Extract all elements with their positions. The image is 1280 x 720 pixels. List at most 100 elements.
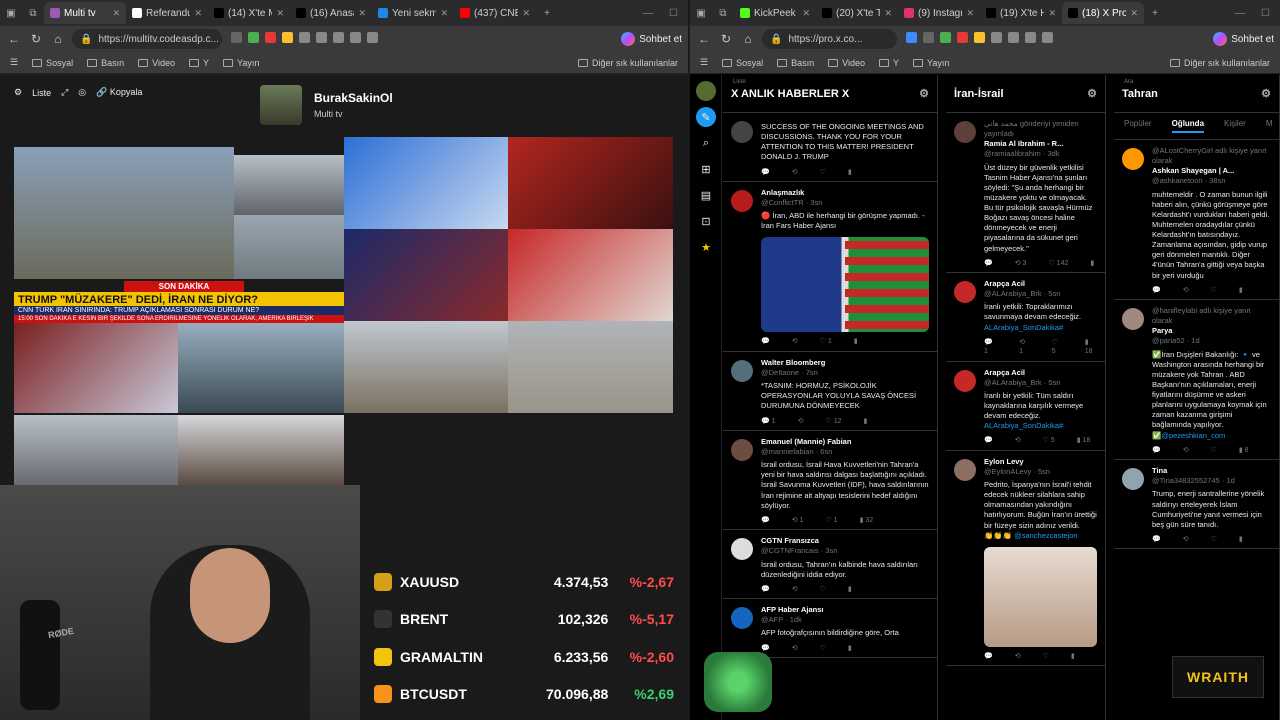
tab[interactable]: (9) Instagram✕ xyxy=(898,2,980,24)
avatar[interactable] xyxy=(731,607,753,630)
search-tab[interactable]: Popüler xyxy=(1124,119,1152,133)
reload-icon[interactable]: ↻ xyxy=(28,32,44,46)
tweet[interactable]: @hanifleylabi adlı kişiye yanıt olarak Pa… xyxy=(1114,300,1279,461)
tab[interactable]: Yeni sekme✕ xyxy=(372,2,454,24)
other-bookmarks[interactable]: Diğer sık kullanılanlar xyxy=(577,58,678,68)
close-tab-icon[interactable]: ✕ xyxy=(522,8,530,19)
avatar[interactable] xyxy=(731,438,753,461)
tab[interactable]: Multi tv ✕ xyxy=(44,2,126,24)
reply-icon[interactable]: 💬 xyxy=(984,259,993,268)
video-tile[interactable] xyxy=(508,137,673,229)
video-tile[interactable] xyxy=(344,321,508,413)
column-settings-icon[interactable]: ⚙ xyxy=(1261,87,1271,100)
bookmark-folder[interactable]: Sosyal xyxy=(32,58,73,68)
minimize-icon[interactable]: — xyxy=(643,8,653,19)
minimize-icon[interactable]: — xyxy=(1235,8,1245,19)
video-tile[interactable] xyxy=(178,415,344,485)
views-icon[interactable]: ▮ xyxy=(863,417,867,426)
video-thumbnail[interactable] xyxy=(984,546,1097,647)
tab[interactable]: (14) X'te Ma✕ xyxy=(208,2,290,24)
views-icon[interactable]: ▮ 8 xyxy=(1239,446,1249,455)
reply-icon[interactable]: 💬 1 xyxy=(984,338,997,357)
reply-icon[interactable]: 💬 xyxy=(761,585,770,594)
tweet-link[interactable]: 👏👏👏 @sanchezcastejon xyxy=(984,531,1097,541)
avatar[interactable] xyxy=(1122,308,1144,331)
copilot-button[interactable]: Sohbet et xyxy=(1213,32,1274,46)
tab[interactable]: (19) X'te Ha✕ xyxy=(980,2,1062,24)
refresh-icon[interactable]: ◎ xyxy=(78,87,86,98)
author-name[interactable]: Arapça Acil xyxy=(984,368,1025,377)
tweet[interactable]: Anlaşmazlık @ConflictTR · 3sn 🔴 İran, ABD … xyxy=(723,182,937,352)
avatar[interactable] xyxy=(731,538,753,561)
avatar[interactable] xyxy=(731,189,753,212)
like-icon[interactable]: ♡ xyxy=(820,644,826,653)
views-icon[interactable]: ▮ 18 xyxy=(1085,338,1097,357)
sidebar-toggle-icon[interactable]: ☰ xyxy=(700,57,708,68)
views-icon[interactable]: ▮ xyxy=(848,168,852,177)
back-icon[interactable]: ← xyxy=(696,32,712,46)
tweet[interactable]: محمد هاني gönderiyi yeniden yayınladı Ram… xyxy=(946,113,1105,274)
views-icon[interactable]: ▮ xyxy=(848,585,852,594)
views-icon[interactable]: ▮ xyxy=(1239,535,1243,544)
close-tab-icon[interactable]: ✕ xyxy=(966,8,974,19)
search-icon[interactable]: ⌕ xyxy=(696,133,716,153)
views-icon[interactable]: ▮ xyxy=(848,644,852,653)
tweet[interactable]: Walter Bloomberg @DeItaone · 7sn *TASNIM: … xyxy=(723,352,937,431)
tweet[interactable]: Emanuel (Mannie) Fabian @manniefabian · 6… xyxy=(723,431,937,531)
workspaces-icon[interactable]: ▣ xyxy=(690,8,712,19)
author-name[interactable]: Arapça Acil xyxy=(984,279,1025,288)
avatar[interactable] xyxy=(954,121,976,143)
tab[interactable]: Referandum✕ xyxy=(126,2,208,24)
tweet[interactable]: SUCCESS OF THE ONGOING MEETINGS AND DISC… xyxy=(723,113,937,182)
close-tab-icon[interactable]: ✕ xyxy=(358,8,366,19)
bookmark-folder[interactable]: Basın xyxy=(87,58,124,68)
video-tile[interactable] xyxy=(14,321,178,413)
other-bookmarks[interactable]: Diğer sık kullanılanlar xyxy=(1169,58,1270,68)
search-tab[interactable]: M xyxy=(1266,119,1273,133)
reply-icon[interactable]: 💬 xyxy=(761,516,770,525)
reply-icon[interactable]: 💬 1 xyxy=(761,417,776,426)
reply-icon[interactable]: 💬 xyxy=(1152,535,1161,544)
tweet[interactable]: Tina @Tina34832552745 · 1d Trump, enerji s… xyxy=(1114,460,1279,550)
retweet-icon[interactable]: ⟲ xyxy=(798,417,804,426)
bookmark-folder[interactable]: Yayın xyxy=(912,58,949,68)
new-tab-icon[interactable]: + xyxy=(1144,8,1166,19)
extension-icons[interactable] xyxy=(228,32,381,46)
avatar[interactable] xyxy=(1122,468,1144,491)
column-settings-icon[interactable]: ⚙ xyxy=(1087,87,1097,100)
like-icon[interactable]: ♡ xyxy=(1211,286,1217,295)
workspaces-icon[interactable]: ▣ xyxy=(0,8,22,19)
video-tile[interactable] xyxy=(344,229,508,321)
bookmark-icon[interactable]: ⊡ xyxy=(696,211,716,231)
bookmark-folder[interactable]: Yayın xyxy=(222,58,259,68)
tweet[interactable]: Arapça Acil @ALArabiya_Brk · 5sn İranlı ye… xyxy=(946,273,1105,362)
tweet[interactable]: Eylon Levy @EylonALevy · 5sn Pedrito, İspa… xyxy=(946,451,1105,667)
video-tile[interactable] xyxy=(344,137,508,229)
tweet[interactable]: Arapça Acil @ALArabiya_Brk · 5sn İranlı bi… xyxy=(946,362,1105,451)
close-tab-icon[interactable]: ✕ xyxy=(194,8,202,19)
tweet[interactable]: @ALostCherryGirl adlı kişiye yanıt olara… xyxy=(1114,140,1279,301)
bookmark-folder[interactable]: Video xyxy=(138,58,175,68)
views-icon[interactable]: ▮ xyxy=(1090,259,1094,268)
video-tile[interactable] xyxy=(508,229,673,321)
avatar[interactable] xyxy=(1122,148,1144,170)
bookmark-folder[interactable]: Video xyxy=(828,58,865,68)
reply-icon[interactable]: 💬 xyxy=(1152,446,1161,455)
url-field[interactable]: 🔒 https://multitv.codeasdp.c... xyxy=(72,29,222,49)
like-icon[interactable]: ♡ xyxy=(1211,446,1217,455)
author-name[interactable]: Anlaşmazlık xyxy=(761,188,804,197)
reload-icon[interactable]: ↻ xyxy=(718,32,734,46)
bookmark-folder[interactable]: Basın xyxy=(777,58,814,68)
column-settings-icon[interactable]: ⚙ xyxy=(919,87,929,100)
reply-icon[interactable]: 💬 xyxy=(984,436,993,445)
bookmark-folder[interactable]: Y xyxy=(878,58,899,68)
account-avatar[interactable] xyxy=(696,81,716,101)
retweet-icon[interactable]: ⟲ 3 xyxy=(1015,259,1027,268)
avatar[interactable] xyxy=(731,121,753,143)
tab[interactable]: (18) X Pro ✕ xyxy=(1062,2,1144,24)
like-icon[interactable]: ♡ 142 xyxy=(1048,259,1068,268)
author-name[interactable]: Ramia Al Ibrahim - R... xyxy=(984,139,1063,148)
tab-actions-icon[interactable]: ⧉ xyxy=(712,8,734,19)
tab-actions-icon[interactable]: ⧉ xyxy=(22,8,44,19)
views-icon[interactable]: ▮ xyxy=(1071,652,1075,661)
